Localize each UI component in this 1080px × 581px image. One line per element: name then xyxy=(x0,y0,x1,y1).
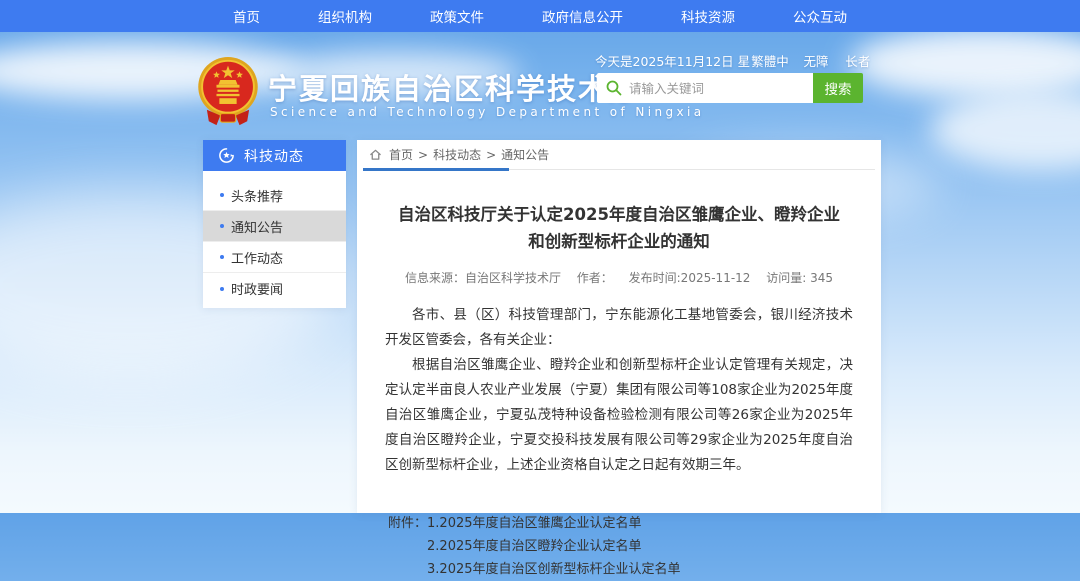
attachments-list: 1.2025年度自治区雏鹰企业认定名单 2.2025年度自治区瞪羚企业认定名单 … xyxy=(427,512,681,581)
sidebar-tech-news: 科技动态 头条推荐 通知公告 工作动态 时政要闻 xyxy=(203,140,346,308)
article-panel: 首页 > 科技动态 > 通知公告 自治区科技厅关于认定2025年度自治区雏鹰企业… xyxy=(357,140,881,513)
breadcrumb-current: 通知公告 xyxy=(501,146,549,163)
site-title: 宁夏回族自治区科学技术厅 xyxy=(268,66,640,108)
search-input[interactable] xyxy=(597,73,813,103)
top-nav: 首页 组织机构 政策文件 政府信息公开 科技资源 公众互动 xyxy=(0,0,1080,32)
body-paragraph: 各市、县（区）科技管理部门，宁东能源化工基地管委会，银川经济技术开发区管委会，各… xyxy=(385,303,853,353)
search-icon xyxy=(606,80,622,96)
search-bar: 搜索 xyxy=(597,73,863,103)
attachments-label: 附件： xyxy=(388,512,427,581)
body-paragraph: 根据自治区雏鹰企业、瞪羚企业和创新型标杆企业认定管理有关规定，决定认定半亩良人农… xyxy=(385,353,853,478)
nav-item-public-interaction[interactable]: 公众互动 xyxy=(793,6,847,26)
nav-item-policy-documents[interactable]: 政策文件 xyxy=(430,6,484,26)
sidebar-list: 头条推荐 通知公告 工作动态 时政要闻 xyxy=(203,171,346,304)
bullet-dot-icon xyxy=(220,193,224,197)
article-title-line2: 和创新型标杆企业的通知 xyxy=(377,228,861,255)
sidebar-item-label: 通知公告 xyxy=(231,217,283,236)
article-title: 自治区科技厅关于认定2025年度自治区雏鹰企业、瞪羚企业 和创新型标杆企业的通知 xyxy=(357,201,881,255)
star-circle-icon xyxy=(218,147,235,164)
attachment-link-gazelle-list[interactable]: 2.2025年度自治区瞪羚企业认定名单 xyxy=(427,535,681,558)
national-emblem-logo xyxy=(197,56,259,127)
home-icon xyxy=(369,148,382,161)
breadcrumb-home[interactable]: 首页 xyxy=(389,146,413,163)
sidebar-item-political-news[interactable]: 时政要闻 xyxy=(203,273,346,304)
bullet-dot-icon xyxy=(220,255,224,259)
sidebar-item-label: 时政要闻 xyxy=(231,279,283,298)
article-body: 各市、县（区）科技管理部门，宁东能源化工基地管委会，银川经济技术开发区管委会，各… xyxy=(357,303,881,478)
meta-source: 信息来源：自治区科学技术厅 xyxy=(405,271,561,285)
attachments-section: 附件： 1.2025年度自治区雏鹰企业认定名单 2.2025年度自治区瞪羚企业认… xyxy=(357,512,881,581)
nav-item-gov-info-disclosure[interactable]: 政府信息公开 xyxy=(542,6,623,26)
meta-author: 作者： xyxy=(577,271,613,285)
attachment-link-benchmark-list[interactable]: 3.2025年度自治区创新型标杆企业认定名单 xyxy=(427,558,681,581)
search-button[interactable]: 搜索 xyxy=(813,73,863,103)
nav-item-tech-resources[interactable]: 科技资源 xyxy=(681,6,735,26)
search-box xyxy=(597,73,813,103)
sidebar-item-work-updates[interactable]: 工作动态 xyxy=(203,242,346,273)
sidebar-header: 科技动态 xyxy=(203,140,346,171)
nav-item-home[interactable]: 首页 xyxy=(233,6,260,26)
attachment-link-eagle-list[interactable]: 1.2025年度自治区雏鹰企业认定名单 xyxy=(427,512,681,535)
cloud-decoration xyxy=(850,28,1080,98)
nav-item-organization[interactable]: 组织机构 xyxy=(318,6,372,26)
sidebar-item-notices[interactable]: 通知公告 xyxy=(203,211,346,242)
bullet-dot-icon xyxy=(220,224,224,228)
breadcrumb-separator: > xyxy=(418,148,428,162)
sidebar-title: 科技动态 xyxy=(244,146,304,166)
sidebar-item-label: 工作动态 xyxy=(231,248,283,267)
article-meta: 信息来源：自治区科学技术厅 作者： 发布时间:2025-11-12 访问量: 3… xyxy=(357,269,881,286)
site-subtitle: Science and Technology Department of Nin… xyxy=(270,105,705,119)
bullet-dot-icon xyxy=(220,287,224,291)
breadcrumb: 首页 > 科技动态 > 通知公告 xyxy=(363,140,875,170)
sidebar-item-headlines[interactable]: 头条推荐 xyxy=(203,180,346,211)
article-title-line1: 自治区科技厅关于认定2025年度自治区雏鹰企业、瞪羚企业 xyxy=(377,201,861,228)
breadcrumb-separator: > xyxy=(486,148,496,162)
meta-views: 访问量: 345 xyxy=(766,271,833,285)
sidebar-item-label: 头条推荐 xyxy=(231,186,283,205)
meta-publish-time: 发布时间:2025-11-12 xyxy=(629,271,751,285)
cloud-decoration xyxy=(930,90,1080,170)
breadcrumb-tech-news[interactable]: 科技动态 xyxy=(433,146,481,163)
